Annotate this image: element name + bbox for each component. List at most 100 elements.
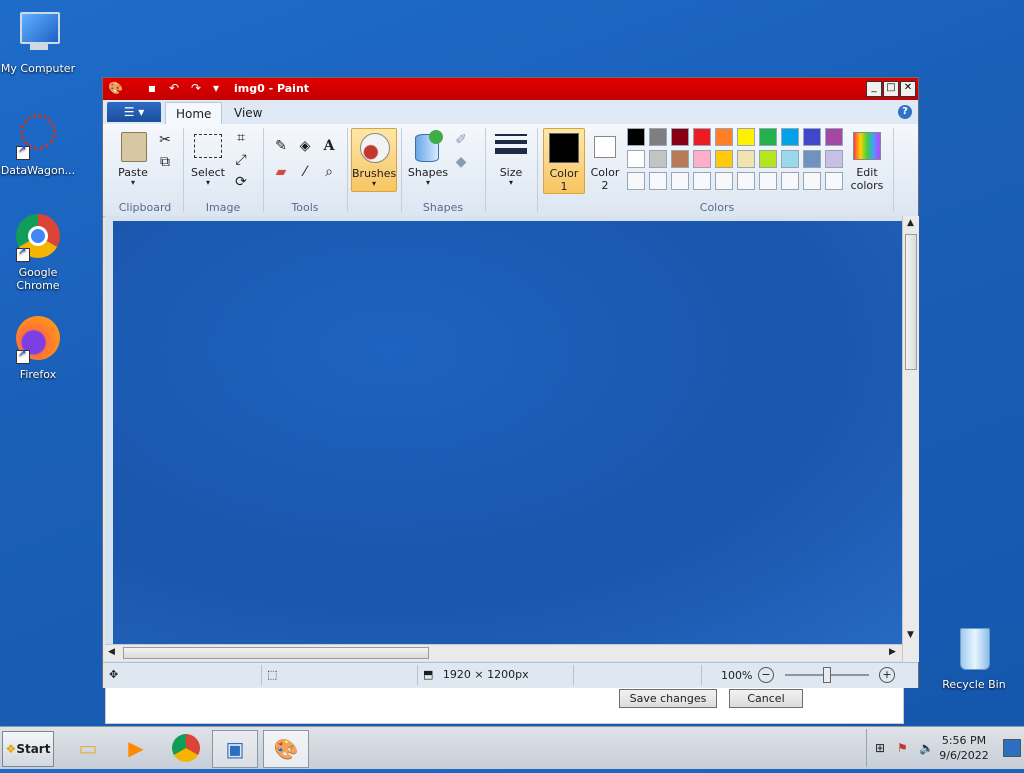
crop-icon[interactable]: ⌗ bbox=[231, 128, 251, 148]
help-icon[interactable]: ? bbox=[898, 105, 912, 119]
palette-swatch[interactable] bbox=[759, 150, 777, 168]
palette-swatch[interactable] bbox=[693, 150, 711, 168]
paint-app-icon[interactable]: 🎨 bbox=[108, 81, 123, 95]
palette-swatch[interactable] bbox=[825, 128, 843, 146]
resize-icon[interactable]: ⤢ bbox=[231, 150, 251, 170]
rotate-icon[interactable]: ⟳ bbox=[231, 172, 251, 192]
cancel-button[interactable]: Cancel bbox=[729, 689, 803, 708]
vertical-scrollbar[interactable]: ▲ ▼ bbox=[902, 216, 919, 662]
palette-swatch[interactable] bbox=[627, 150, 645, 168]
palette-swatch[interactable] bbox=[781, 150, 799, 168]
group-label-clipboard: Clipboard bbox=[118, 201, 172, 214]
taskbar-file-explorer[interactable]: ▭ bbox=[66, 730, 110, 766]
minimize-button[interactable]: _ bbox=[866, 81, 882, 97]
desktop-icon-recycle-bin[interactable]: Recycle Bin bbox=[936, 626, 1012, 691]
undo-icon[interactable]: ↶ bbox=[167, 81, 181, 95]
shapes-button[interactable]: Shapes ▾ bbox=[407, 128, 449, 190]
scroll-up-arrow-icon[interactable]: ▲ bbox=[907, 218, 914, 228]
palette-swatch[interactable] bbox=[671, 150, 689, 168]
palette-swatch[interactable] bbox=[715, 128, 733, 146]
palette-swatch[interactable] bbox=[759, 128, 777, 146]
palette-swatch[interactable] bbox=[737, 150, 755, 168]
palette-swatch[interactable] bbox=[671, 172, 689, 190]
palette-swatch[interactable] bbox=[737, 172, 755, 190]
zoom-slider-thumb[interactable] bbox=[823, 667, 831, 683]
vertical-scroll-thumb[interactable] bbox=[905, 234, 917, 370]
desktop-icon-datawagon[interactable]: DataWagon... bbox=[0, 112, 76, 177]
palette-swatch[interactable] bbox=[759, 172, 777, 190]
color1-button[interactable]: Color 1 bbox=[543, 128, 585, 194]
customize-toolbar-icon[interactable]: ▾ bbox=[209, 81, 223, 95]
fill-icon[interactable]: ◆ bbox=[451, 152, 471, 172]
volume-icon[interactable]: 🔈 bbox=[919, 741, 934, 755]
color-picker-icon[interactable]: ⁄ bbox=[295, 162, 315, 182]
zoom-out-icon[interactable]: − bbox=[758, 667, 774, 683]
scroll-right-arrow-icon[interactable]: ▶ bbox=[889, 647, 896, 657]
zoom-slider[interactable] bbox=[785, 667, 869, 683]
palette-swatch[interactable] bbox=[627, 172, 645, 190]
desktop-icon-google-chrome[interactable]: Google Chrome bbox=[0, 214, 76, 292]
palette-swatch[interactable] bbox=[825, 150, 843, 168]
color2-button[interactable]: Color 2 bbox=[587, 128, 623, 192]
zoom-in-icon[interactable]: + bbox=[879, 667, 895, 683]
start-button[interactable]: ❖Start bbox=[2, 731, 54, 767]
palette-swatch[interactable] bbox=[803, 172, 821, 190]
copy-icon[interactable]: ⧉ bbox=[155, 152, 175, 172]
redo-icon[interactable]: ↷ bbox=[189, 81, 203, 95]
horizontal-scrollbar[interactable]: ◀ ▶ bbox=[105, 644, 902, 661]
pencil-icon[interactable]: ✎ bbox=[271, 136, 291, 156]
media-player-icon: ▶ bbox=[128, 736, 144, 760]
taskbar-paint[interactable]: 🎨 bbox=[263, 730, 309, 768]
show-desktop-button[interactable] bbox=[1003, 739, 1021, 757]
close-button[interactable]: ✕ bbox=[900, 81, 916, 97]
palette-swatch[interactable] bbox=[671, 128, 689, 146]
network-icon[interactable]: ⊞ bbox=[875, 741, 885, 755]
palette-swatch[interactable] bbox=[737, 128, 755, 146]
horizontal-scroll-thumb[interactable] bbox=[123, 647, 429, 659]
palette-swatch[interactable] bbox=[825, 172, 843, 190]
group-label-image: Image bbox=[205, 201, 241, 214]
palette-swatch[interactable] bbox=[781, 128, 799, 146]
palette-swatch[interactable] bbox=[693, 128, 711, 146]
action-center-icon[interactable]: ⚑ bbox=[897, 741, 908, 755]
taskbar-chrome[interactable] bbox=[164, 730, 208, 766]
paste-button[interactable]: Paste ▾ bbox=[113, 128, 153, 190]
desktop-icon-firefox[interactable]: Firefox bbox=[0, 316, 76, 381]
monitor-icon: ▣ bbox=[225, 737, 245, 761]
save-changes-button[interactable]: Save changes bbox=[619, 689, 717, 708]
fill-bucket-icon[interactable]: ◈ bbox=[295, 136, 315, 156]
palette-swatch[interactable] bbox=[649, 172, 667, 190]
paint-menu-button[interactable]: ☰ ▾ bbox=[107, 102, 161, 122]
palette-swatch[interactable] bbox=[803, 128, 821, 146]
desktop-icon-my-computer[interactable]: My Computer bbox=[0, 10, 76, 75]
edit-colors-button[interactable]: Edit colors bbox=[847, 128, 887, 192]
magnifier-icon[interactable]: ⌕ bbox=[319, 162, 339, 182]
eraser-icon[interactable]: ▰ bbox=[271, 162, 291, 182]
save-icon[interactable]: ▪ bbox=[145, 81, 159, 95]
maximize-button[interactable]: □ bbox=[883, 81, 899, 97]
select-button[interactable]: Select ▾ bbox=[189, 128, 227, 190]
text-icon[interactable]: A bbox=[319, 136, 339, 156]
clock[interactable]: 5:56 PM 9/6/2022 bbox=[933, 733, 995, 763]
palette-swatch[interactable] bbox=[693, 172, 711, 190]
palette-swatch[interactable] bbox=[781, 172, 799, 190]
cut-icon[interactable]: ✂ bbox=[155, 130, 175, 150]
size-button[interactable]: Size ▾ bbox=[491, 128, 531, 190]
tab-view[interactable]: View bbox=[224, 102, 272, 124]
palette-swatch[interactable] bbox=[649, 150, 667, 168]
palette-swatch[interactable] bbox=[803, 150, 821, 168]
recycle-bin-icon bbox=[950, 626, 998, 674]
color2-label: Color bbox=[590, 166, 620, 179]
taskbar-remote-desktop[interactable]: ▣ bbox=[212, 730, 258, 768]
tab-home[interactable]: Home bbox=[165, 102, 223, 125]
palette-swatch[interactable] bbox=[649, 128, 667, 146]
taskbar-media-player[interactable]: ▶ bbox=[114, 730, 158, 766]
palette-swatch[interactable] bbox=[715, 150, 733, 168]
image-canvas[interactable] bbox=[113, 221, 905, 646]
palette-swatch[interactable] bbox=[715, 172, 733, 190]
palette-swatch[interactable] bbox=[627, 128, 645, 146]
scroll-left-arrow-icon[interactable]: ◀ bbox=[108, 647, 115, 657]
outline-icon[interactable]: ✐ bbox=[451, 130, 471, 150]
brushes-button[interactable]: Brushes ▾ bbox=[351, 128, 397, 192]
scroll-down-arrow-icon[interactable]: ▼ bbox=[907, 630, 914, 640]
